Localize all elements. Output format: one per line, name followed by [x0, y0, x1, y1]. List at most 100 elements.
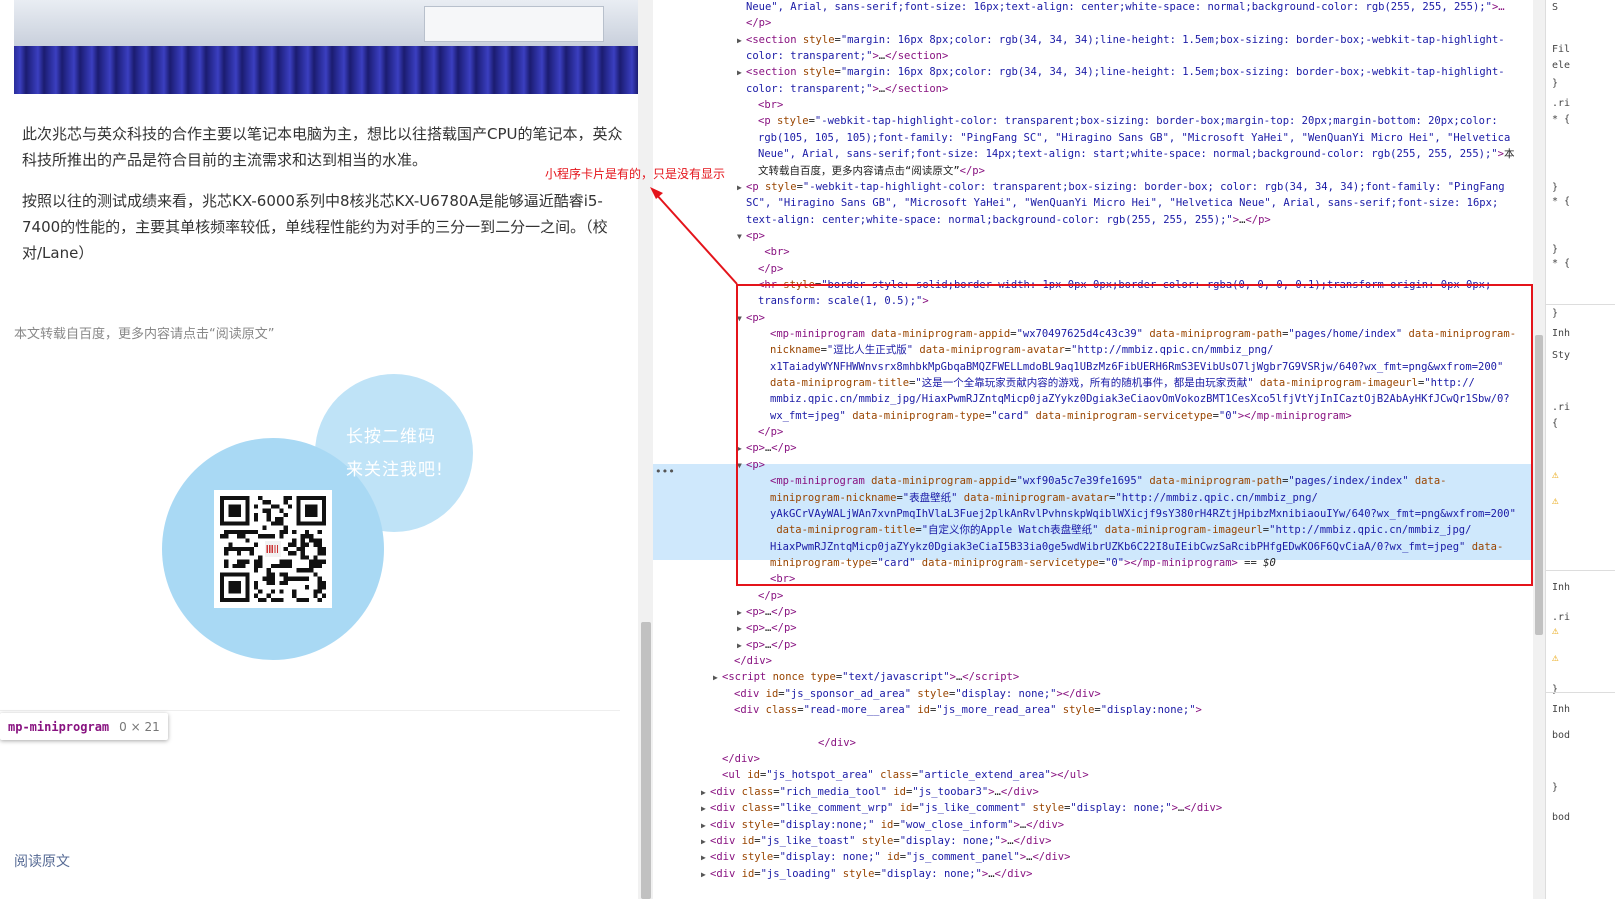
- dom-node-line[interactable]: </p>: [737, 15, 771, 31]
- dom-node-line[interactable]: Neue", Arial, sans-serif;font-size: 16px…: [737, 0, 1505, 15]
- node-more-actions-icon[interactable]: •••: [655, 465, 675, 478]
- dom-node-line[interactable]: ▶ <p style="-webkit-tap-highlight-color: …: [737, 179, 1505, 195]
- dom-node-line[interactable]: ▶ <div id="js_loading" style="display: no…: [701, 866, 1032, 882]
- expand-triangle-icon[interactable]: ▶: [713, 670, 722, 686]
- expand-triangle-icon[interactable]: ▶: [701, 818, 710, 834]
- dom-node-line[interactable]: ▶ <script nonce type="text/javascript">…<…: [713, 669, 1019, 685]
- qr-caption-line-2: 来关注我吧!: [346, 460, 444, 480]
- read-original-link[interactable]: 阅读原文: [14, 851, 70, 871]
- dom-node-text: </p>: [758, 262, 784, 275]
- source-note: 本文转载自百度，更多内容请点击“阅读原文”: [14, 327, 275, 342]
- dom-node-line[interactable]: ▶ <p>…</p>: [737, 604, 797, 620]
- styles-divider: [1546, 692, 1615, 693]
- styles-rule-fragment: .ri: [1552, 98, 1571, 109]
- styles-rule-fragment: Inh: [1552, 582, 1571, 593]
- dom-node-line[interactable]: </div>: [725, 653, 772, 669]
- dom-node-text: <div style="display: none;" id="js_comme…: [710, 851, 1071, 864]
- expand-triangle-icon[interactable]: ▶: [737, 638, 746, 654]
- dom-node-text: <p>…</p>: [746, 605, 797, 618]
- dom-node-text: </div>: [818, 736, 856, 749]
- article-photo: [14, 0, 638, 94]
- dom-node-line[interactable]: <div class="read-more__area" id="js_more…: [725, 702, 1202, 718]
- annotation-text: 小程序卡片是有的，只是没有显示: [545, 167, 726, 181]
- styles-rule-fragment: {: [1552, 418, 1559, 429]
- dom-node-line[interactable]: <p style="-webkit-tap-highlight-color: t…: [749, 113, 1498, 129]
- dom-node-line[interactable]: text-align: center;white-space: normal;b…: [737, 212, 1271, 228]
- warning-icon[interactable]: ⚠: [1552, 651, 1559, 664]
- dom-node-line[interactable]: <ul id="js_hotspot_area" class="article_…: [713, 767, 1089, 783]
- styles-divider: [1546, 570, 1615, 571]
- expand-triangle-icon[interactable]: ▶: [737, 33, 746, 49]
- dom-node-line[interactable]: ▶ <div class="like_comment_wrp" id="js_li…: [701, 800, 1222, 816]
- collapse-triangle-icon[interactable]: ▼: [737, 229, 746, 245]
- styles-rule-fragment: bod: [1552, 730, 1571, 741]
- dom-node-text: color: transparent;">…</section>: [746, 82, 949, 95]
- qr-caption-line-1: 长按二维码: [346, 427, 436, 447]
- expand-triangle-icon[interactable]: ▶: [737, 605, 746, 621]
- elements-scrollbar-thumb[interactable]: [1535, 335, 1543, 635]
- styles-rule-fragment: Sty: [1552, 350, 1571, 361]
- dom-node-text: </p>: [758, 589, 784, 602]
- dom-node-text: rgb(105, 105, 105);font-family: "PingFan…: [758, 131, 1511, 144]
- divider: [0, 710, 620, 711]
- qr-code-image[interactable]: [214, 490, 332, 608]
- dom-node-line[interactable]: </div>: [809, 735, 856, 751]
- dom-node-text: <section style="margin: 16px 8px;color: …: [746, 66, 1505, 79]
- dom-node-text: color: transparent;">…</section>: [746, 50, 949, 63]
- photo-screen: [424, 6, 604, 42]
- dom-node-line[interactable]: rgb(105, 105, 105);font-family: "PingFan…: [749, 130, 1510, 146]
- dom-node-line[interactable]: ▶ <p>…</p>: [737, 620, 797, 636]
- annotation-red-box: [736, 284, 1533, 586]
- dom-node-text: <br>: [758, 99, 784, 112]
- dom-node-line[interactable]: color: transparent;">…</section>: [737, 48, 948, 64]
- dom-node-line[interactable]: ▼ <p>: [737, 228, 765, 244]
- dom-node-text: <div id="js_sponsor_ad_area" style="disp…: [734, 687, 1101, 700]
- warning-icon[interactable]: ⚠: [1552, 494, 1559, 507]
- dom-node-text: </div>: [722, 753, 760, 766]
- styles-rule-fragment: }: [1552, 308, 1559, 319]
- dom-node-line[interactable]: </p>: [749, 261, 783, 277]
- dom-node-line[interactable]: <br>: [749, 244, 789, 260]
- styles-rule-fragment: }: [1552, 244, 1559, 255]
- warning-icon[interactable]: ⚠: [1552, 468, 1559, 481]
- styles-rule-fragment: .ri: [1552, 402, 1571, 413]
- dom-node-line[interactable]: ▶ <section style="margin: 16px 8px;color:…: [737, 64, 1505, 80]
- dom-node-line[interactable]: ▶ <div class="rich_media_tool" id="js_too…: [701, 784, 1039, 800]
- dom-node-line[interactable]: ▶ <div style="display: none;" id="js_comm…: [701, 849, 1070, 865]
- styles-divider: [1546, 304, 1615, 305]
- expand-triangle-icon[interactable]: ▶: [737, 180, 746, 196]
- dom-node-line[interactable]: <br>: [749, 97, 783, 113]
- expand-triangle-icon[interactable]: ▶: [701, 785, 710, 801]
- expand-triangle-icon[interactable]: ▶: [701, 834, 710, 850]
- expand-triangle-icon[interactable]: ▶: [701, 867, 710, 883]
- dom-node-line[interactable]: </div>: [713, 751, 760, 767]
- expand-triangle-icon[interactable]: ▶: [701, 801, 710, 817]
- expand-triangle-icon[interactable]: ▶: [737, 65, 746, 81]
- dom-node-text: Neue", Arial, sans-serif;font-size: 16px…: [746, 1, 1505, 13]
- dom-node-text: 文转载自百度，更多内容请点击“阅读原文”</p>: [758, 164, 985, 177]
- expand-triangle-icon[interactable]: ▶: [737, 621, 746, 637]
- dom-node-line[interactable]: 文转载自百度，更多内容请点击“阅读原文”</p>: [749, 163, 985, 179]
- dom-node-text: </p>: [746, 17, 772, 30]
- article-pane: 此次兆芯与英众科技的合作主要以笔记本电脑为主，想比以往搭载国产CPU的笔记本，英…: [0, 0, 638, 899]
- dom-node-text: <div style="display:none;" id="wow_close…: [710, 818, 1065, 831]
- dom-node-line[interactable]: ▶ <div style="display:none;" id="wow_clos…: [701, 817, 1064, 833]
- inspect-tooltip-tag: mp-miniprogram: [8, 719, 110, 734]
- dom-node-line[interactable]: SC", "Hiragino Sans GB", "Microsoft YaHe…: [737, 195, 1498, 211]
- dom-node-line[interactable]: ▶ <div id="js_like_toast" style="display:…: [701, 833, 1051, 849]
- article-paragraph-1: 此次兆芯与英众科技的合作主要以笔记本电脑为主，想比以往搭载国产CPU的笔记本，英…: [22, 125, 623, 169]
- dom-node-line[interactable]: ▶ <p>…</p>: [737, 637, 797, 653]
- warning-icon[interactable]: ⚠: [1552, 624, 1559, 637]
- dom-node-line[interactable]: ▶ <section style="margin: 16px 8px;color:…: [737, 32, 1505, 48]
- article-paragraph-2: 按照以往的测试成绩来看，兆芯KX-6000系列中8核兆芯KX-U6780A是能够…: [22, 192, 608, 262]
- dom-node-line[interactable]: </p>: [749, 588, 783, 604]
- dom-node-line[interactable]: Neue", Arial, sans-serif;font-size: 14px…: [749, 146, 1514, 162]
- dom-node-line[interactable]: <div id="js_sponsor_ad_area" style="disp…: [725, 686, 1101, 702]
- qr-promo-graphic: 长按二维码 来关注我吧!: [162, 374, 474, 662]
- styles-rule-fragment: }: [1552, 782, 1559, 793]
- styles-rule-fragment: S: [1552, 2, 1559, 13]
- article-scrollbar-thumb[interactable]: [641, 622, 651, 899]
- expand-triangle-icon[interactable]: ▶: [701, 850, 710, 866]
- dom-node-line[interactable]: color: transparent;">…</section>: [737, 81, 948, 97]
- styles-rule-fragment: }: [1552, 182, 1559, 193]
